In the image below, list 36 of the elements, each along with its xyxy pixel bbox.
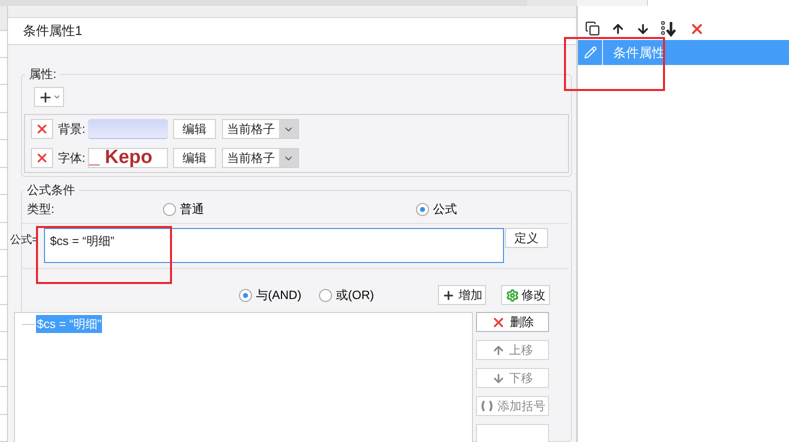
edit-button[interactable]: 编辑 (173, 119, 216, 139)
edit-button[interactable]: 编辑 (173, 148, 216, 168)
property-label: 背景: (57, 121, 86, 138)
section-legend: 公式条件 (27, 183, 75, 197)
font-preview: _ Kepo (89, 149, 152, 167)
formula-field[interactable]: $cs = “明细” (44, 228, 504, 263)
copy-icon[interactable] (585, 21, 600, 36)
remove-button[interactable] (31, 119, 53, 139)
arrow-up-icon (492, 344, 505, 356)
type-label: 类型: (26, 201, 56, 218)
radio-option[interactable]: 普通 (163, 200, 416, 218)
section-legend: 属性: (29, 67, 56, 81)
radio-option[interactable]: 与(AND) (239, 286, 319, 304)
plus-icon (442, 288, 454, 302)
action-button[interactable]: 删除 (476, 312, 549, 332)
gear-icon (506, 288, 518, 302)
color-swatch[interactable] (88, 119, 168, 139)
plus-icon (38, 90, 52, 104)
close-icon (35, 151, 49, 165)
add-dropdown-button[interactable] (34, 87, 64, 107)
radio-option[interactable]: 公式 (416, 200, 457, 218)
dialog-title: 条件属性1 (23, 22, 82, 40)
define-button[interactable]: 定义 (505, 228, 548, 248)
scope-dropdown[interactable]: 当前格子 (222, 148, 299, 168)
parentheses-icon (480, 400, 494, 412)
property-label: 字体: (57, 150, 86, 167)
pencil-icon (584, 46, 596, 59)
caret-icon (52, 93, 60, 101)
scope-dropdown[interactable]: 当前格子 (222, 119, 299, 139)
add-button[interactable]: 增加 (438, 285, 486, 305)
move-down-icon[interactable] (661, 20, 678, 36)
radio-option[interactable]: 或(OR) (319, 286, 438, 304)
remove-button[interactable] (31, 148, 53, 168)
close-icon (35, 122, 49, 136)
arrow-down-icon (492, 372, 505, 384)
modify-button[interactable]: 修改 (501, 285, 550, 305)
